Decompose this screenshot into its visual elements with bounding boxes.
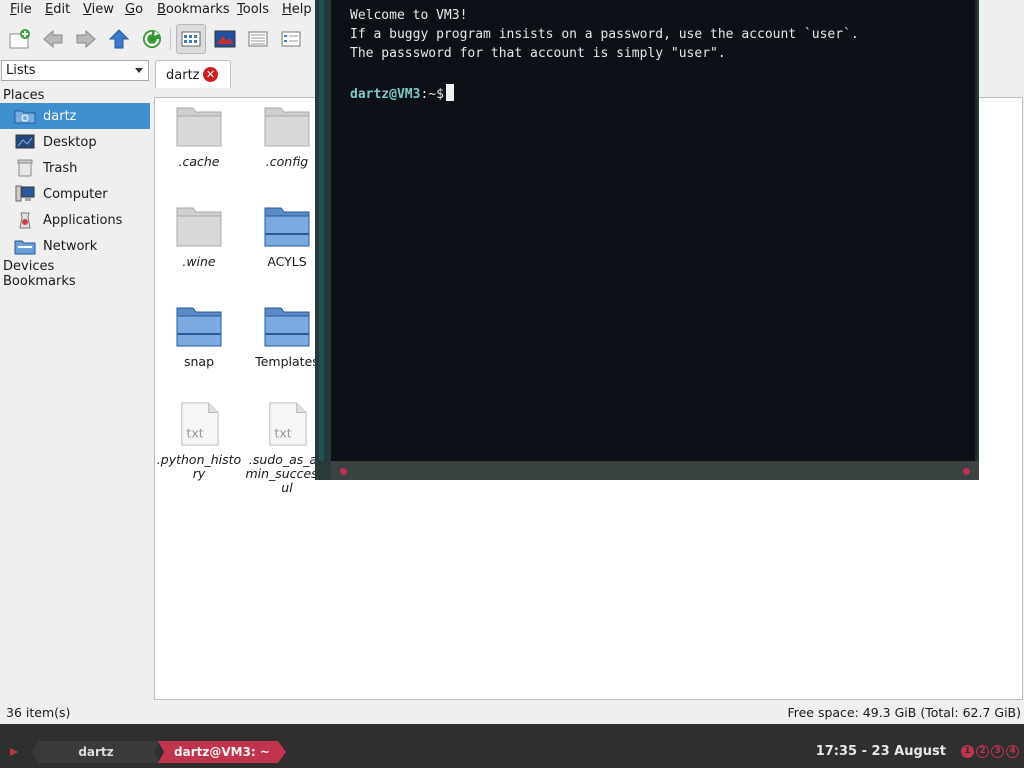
bookmarks-header[interactable]: Bookmarks — [3, 274, 76, 289]
workspace-1[interactable]: 1 — [961, 745, 974, 758]
detailed-view-icon[interactable] — [276, 24, 306, 54]
menu-go[interactable]: Go — [125, 2, 143, 17]
tab-dartz[interactable]: dartz ✕ — [155, 60, 231, 88]
file-item[interactable]: snap — [155, 304, 243, 369]
svg-text:txt: txt — [187, 425, 204, 440]
side-pane-mode-select[interactable]: Lists — [1, 60, 149, 81]
applications-icon — [14, 211, 36, 229]
icon-view-icon[interactable] — [176, 24, 206, 54]
file-item[interactable]: .cache — [155, 104, 243, 169]
terminal-line: If a buggy program insists on a password… — [350, 27, 859, 42]
up-icon[interactable] — [104, 24, 134, 54]
menu-edit[interactable]: Edit — [45, 2, 70, 17]
menu-view[interactable]: View — [83, 2, 114, 17]
terminal-frame-bottom — [331, 461, 979, 480]
home-folder-icon — [14, 107, 36, 125]
file-name: .cache — [178, 154, 220, 169]
tab-label: dartz — [166, 68, 200, 83]
resize-handle-icon[interactable] — [340, 468, 347, 475]
sidebar-item-dartz[interactable]: dartz — [0, 103, 150, 129]
resize-handle-icon[interactable] — [963, 468, 970, 475]
folder-icon — [264, 307, 310, 347]
trash-icon — [14, 159, 36, 177]
text-file-icon: txt — [269, 402, 307, 446]
folder-icon — [176, 207, 222, 247]
sidebar-item-label: Network — [43, 238, 98, 254]
forward-icon[interactable] — [71, 24, 101, 54]
file-name: .python_history — [156, 452, 242, 481]
close-tab-icon[interactable]: ✕ — [203, 67, 218, 82]
reload-icon[interactable] — [137, 24, 167, 54]
terminal-window[interactable]: Welcome to VM3! If a buggy program insis… — [315, 0, 979, 480]
prompt-path: :~$ — [420, 87, 444, 102]
sidebar-item-computer[interactable]: Computer — [0, 181, 150, 207]
prompt-user: dartz@VM3 — [350, 87, 421, 102]
menu-arrow-icon[interactable] — [10, 748, 18, 756]
terminal-prompt: dartz@VM3:~$ — [350, 84, 454, 102]
menu-bookmarks[interactable]: Bookmarks — [157, 2, 230, 17]
new-tab-icon[interactable] — [5, 24, 35, 54]
places-header: Places — [3, 88, 45, 103]
folder-icon — [264, 207, 310, 247]
status-item-count: 36 item(s) — [6, 705, 71, 720]
text-cursor — [445, 84, 454, 101]
task-terminal[interactable]: dartz@VM3: ~ — [158, 741, 286, 763]
workspace-2[interactable]: 2 — [976, 745, 989, 758]
sidebar-item-label: Desktop — [43, 134, 97, 150]
file-name: .wine — [182, 254, 216, 269]
file-name: snap — [183, 354, 215, 369]
workspace-4[interactable]: 4 — [1006, 745, 1019, 758]
file-item[interactable]: .wine — [155, 204, 243, 269]
clock: 17:35 - 23 August — [815, 744, 946, 759]
svg-text:txt: txt — [275, 425, 292, 440]
desktop-icon — [14, 133, 36, 151]
folder-icon — [264, 107, 310, 147]
folder-icon — [176, 307, 222, 347]
status-free-space: Free space: 49.3 GiB (Total: 62.7 GiB) — [787, 705, 1021, 720]
text-file-icon: txt — [181, 402, 219, 446]
chevron-down-icon — [135, 68, 143, 73]
sidebar-item-label: Applications — [43, 212, 123, 228]
workspace-3[interactable]: 3 — [991, 745, 1004, 758]
folder-icon — [176, 107, 222, 147]
menu-tools[interactable]: Tools — [237, 2, 269, 17]
task-file-manager[interactable]: dartz — [32, 741, 160, 763]
compact-view-icon[interactable] — [243, 24, 273, 54]
back-icon[interactable] — [38, 24, 68, 54]
terminal-scroll-edge — [315, 0, 331, 461]
devices-header[interactable]: Devices — [3, 259, 54, 274]
sidebar-item-label: dartz — [43, 108, 77, 124]
sidebar-item-trash[interactable]: Trash — [0, 155, 150, 181]
computer-icon — [14, 185, 36, 203]
thumbnail-view-icon[interactable] — [210, 24, 240, 54]
terminal-line: The passsword for that account is simply… — [350, 46, 726, 61]
terminal-output[interactable]: Welcome to VM3! If a buggy program insis… — [331, 0, 977, 461]
sidebar-item-label: Computer — [43, 186, 108, 202]
sidebar-item-network[interactable]: Network — [0, 233, 150, 259]
sidebar-item-label: Trash — [43, 160, 78, 176]
menu-file[interactable]: File — [10, 2, 32, 17]
sidebar-item-desktop[interactable]: Desktop — [0, 129, 150, 155]
terminal-line: Welcome to VM3! — [350, 8, 468, 23]
taskbar: dartz dartz@VM3: ~ 17:35 - 23 August 1 2… — [0, 724, 1024, 768]
network-icon — [14, 237, 36, 255]
menu-help[interactable]: Help — [282, 2, 312, 17]
sidebar-item-applications[interactable]: Applications — [0, 207, 150, 233]
file-item[interactable]: txt .python_history — [155, 402, 243, 481]
